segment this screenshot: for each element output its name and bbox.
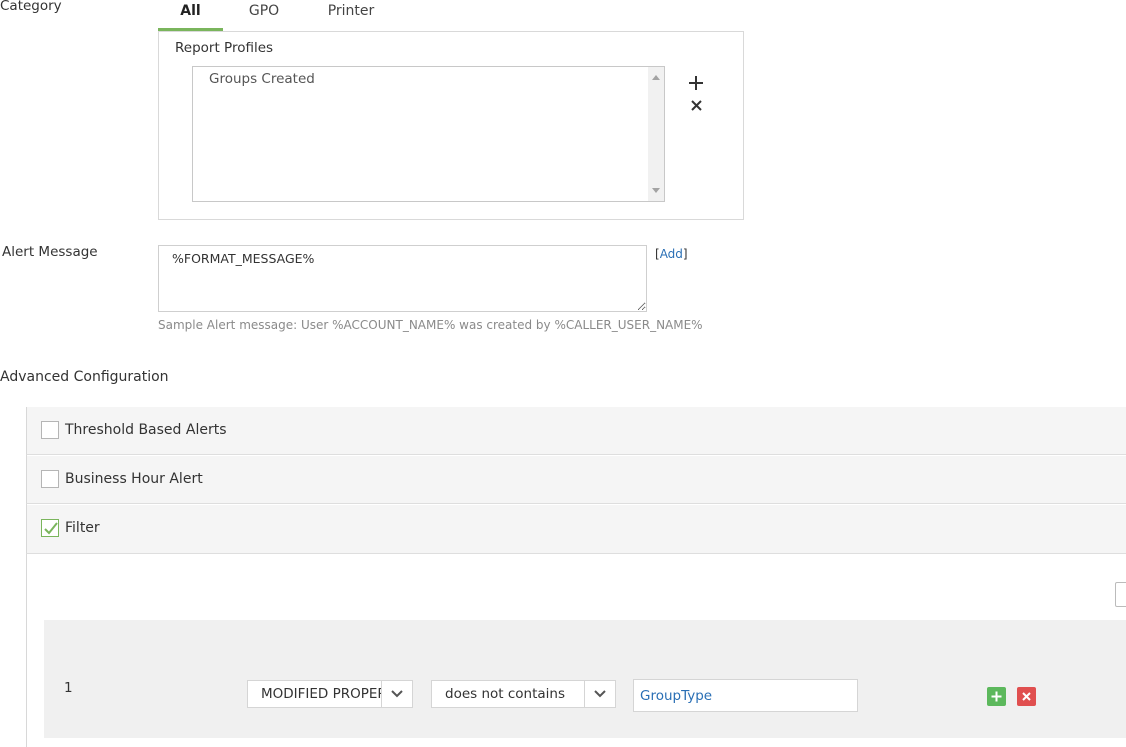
threshold-alerts-row: Threshold Based Alerts <box>26 407 1126 455</box>
tab-gpo[interactable]: GPO <box>234 0 294 31</box>
add-variable-link[interactable]: [Add] <box>655 247 688 261</box>
plus-icon <box>991 691 1002 702</box>
list-item[interactable]: Groups Created <box>209 71 315 87</box>
alert-message-input[interactable]: %FORMAT_MESSAGE% <box>158 245 647 312</box>
list-scrollbar[interactable] <box>648 67 664 201</box>
category-label: Category <box>0 0 62 14</box>
filter-checkbox[interactable] <box>41 519 59 537</box>
tab-all[interactable]: All <box>158 0 223 31</box>
plus-icon[interactable] <box>688 74 704 94</box>
category-tabs: All GPO Printer <box>158 0 398 31</box>
filter-field-select[interactable]: MODIFIED PROPERTIES <box>247 680 413 708</box>
add-link-label[interactable]: Add <box>660 247 683 261</box>
report-profiles-title: Report Profiles <box>175 40 274 56</box>
filter-row: Filter <box>26 505 1126 554</box>
remove-condition-button[interactable] <box>1017 687 1036 706</box>
alert-message-hint: Sample Alert message: User %ACCOUNT_NAME… <box>158 318 703 332</box>
tab-printer[interactable]: Printer <box>318 0 384 31</box>
filter-toolbar-button[interactable] <box>1115 582 1126 607</box>
business-hour-checkbox[interactable] <box>41 470 59 488</box>
filter-row-index: 1 <box>64 680 73 696</box>
add-condition-button[interactable] <box>987 687 1006 706</box>
filter-operator-select[interactable]: does not contains <box>431 680 616 708</box>
report-profiles-list[interactable]: Groups Created <box>192 66 665 202</box>
filter-value-input[interactable] <box>633 679 858 712</box>
close-icon[interactable] <box>690 95 703 115</box>
close-icon <box>1022 692 1031 701</box>
threshold-alerts-label: Threshold Based Alerts <box>65 422 227 438</box>
advanced-config-label: Advanced Configuration <box>0 369 169 385</box>
chevron-down-icon[interactable] <box>381 681 412 707</box>
business-hour-row: Business Hour Alert <box>26 456 1126 504</box>
checkmark-icon <box>44 522 58 535</box>
chevron-down-icon[interactable] <box>584 681 615 707</box>
scroll-down-icon[interactable] <box>652 188 660 193</box>
scroll-up-icon[interactable] <box>652 75 660 80</box>
business-hour-label: Business Hour Alert <box>65 471 203 487</box>
filter-conditions-area <box>44 620 1126 738</box>
threshold-alerts-checkbox[interactable] <box>41 421 59 439</box>
filter-operator-value: does not contains <box>445 686 566 702</box>
filter-label: Filter <box>65 520 100 536</box>
alert-message-label: Alert Message <box>2 244 98 260</box>
